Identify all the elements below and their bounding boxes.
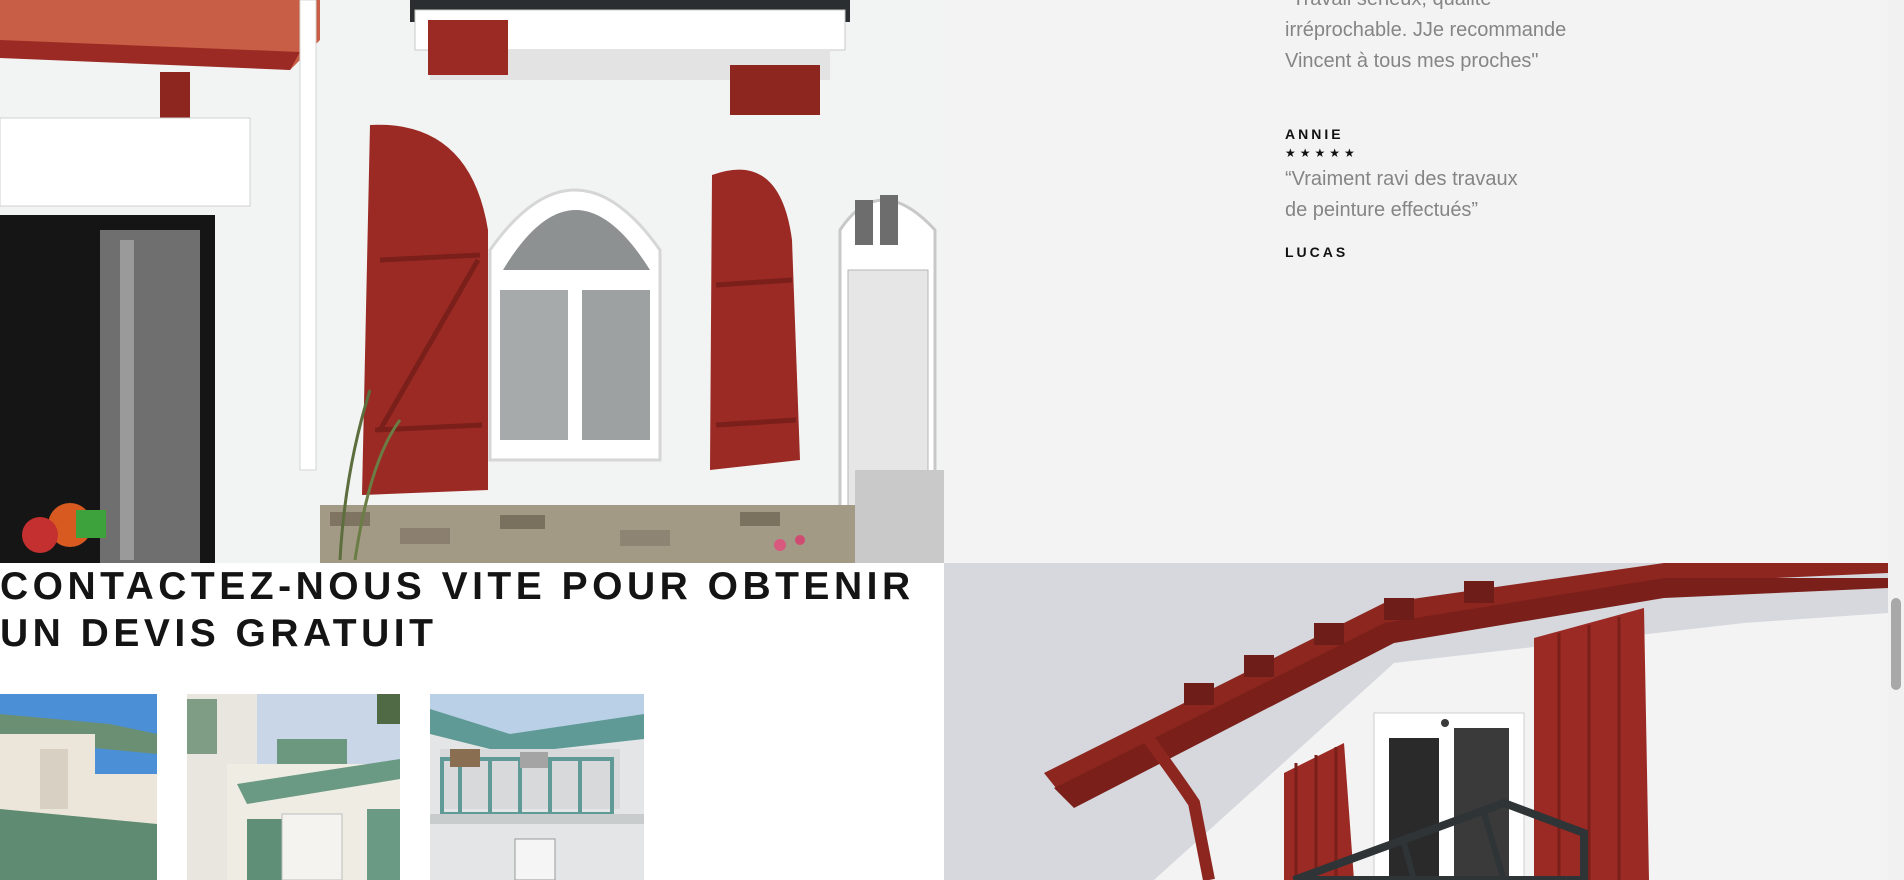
scrollbar-thumb[interactable] xyxy=(1891,598,1901,690)
gallery-thumbnail[interactable] xyxy=(0,694,157,880)
testimonial-author: LUCAS xyxy=(1285,244,1349,260)
contact-heading: CONTACTEZ-NOUS VITE POUR OBTENIR UN DEVI… xyxy=(0,563,930,657)
house-photo-balcony xyxy=(944,563,1888,880)
testimonial-quote: “Vraiment ravi des travaux de peinture e… xyxy=(1285,168,1518,221)
contact-heading-line2: UN DEVIS GRATUIT xyxy=(0,612,438,655)
star-rating: ★★★★★ xyxy=(1285,146,1359,160)
contact-section: CONTACTEZ-NOUS VITE POUR OBTENIR UN DEVI… xyxy=(0,563,944,880)
house-photo-red-shutters xyxy=(0,0,944,563)
page-scrollbar[interactable] xyxy=(1888,0,1904,880)
gallery-thumbnail[interactable] xyxy=(187,694,400,880)
testimonial-author: ANNIE xyxy=(1285,126,1344,142)
gallery-thumbnail[interactable] xyxy=(430,694,644,880)
testimonials-panel: "Travail sérieux, qualité irréprochable.… xyxy=(944,0,1888,563)
testimonial-quote: "Travail sérieux, qualité irréprochable.… xyxy=(1285,0,1567,72)
contact-heading-line1: CONTACTEZ-NOUS VITE POUR OBTENIR xyxy=(0,565,915,608)
